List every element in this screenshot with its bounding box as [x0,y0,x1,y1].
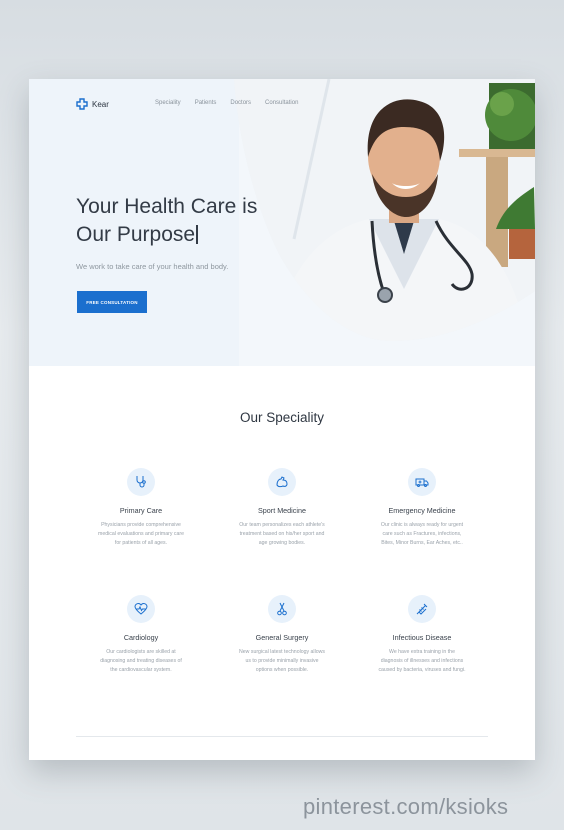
speciality-card-primary-care[interactable]: Primary Care Physicians provide comprehe… [81,468,201,548]
desc-line: for patients of all ages. [114,540,168,546]
speciality-card-infectious-disease[interactable]: Infectious Disease We have extra trainin… [362,595,482,675]
speciality-title-infectious-disease: Infectious Disease [392,633,452,642]
section-divider [76,736,488,737]
free-consultation-button[interactable]: FREE CONSULTATION [77,291,147,313]
desc-line: New surgical latest technology allows [239,649,325,655]
desc-line: Our cardiologists are skilled at [106,649,176,655]
speciality-title-emergency-medicine: Emergency Medicine [388,506,456,515]
main-nav: Speciality Patients Doctors Consultation [155,100,298,106]
brand-logo[interactable]: Kear [76,98,109,110]
speciality-card-general-surgery[interactable]: General Surgery New surgical latest tech… [222,595,342,675]
desc-line: treatment based on his/her sport and [239,531,325,537]
hero-subtitle: We work to take care of your health and … [76,262,229,271]
desc-line: diagnosis of illnesses and infections [380,658,464,664]
speciality-title: Our Speciality [239,410,325,425]
text-cursor [196,225,198,244]
stethoscope-icon [127,468,155,496]
desc-line: Our team personalizes each athlete's [239,522,325,528]
ambulance-icon [408,468,436,496]
desc-line: We have extra training in the [389,649,455,655]
brand-name: Kear [92,99,109,109]
desc-line: caused by bacteria, viruses and fungi. [378,667,466,673]
speciality-card-emergency-medicine[interactable]: Emergency Medicine Our clinic is always … [362,468,482,548]
speciality-desc: Physicians provide comprehensive medical… [81,521,201,548]
medical-cross-icon [76,98,88,110]
desc-line: Bites, Minor Burns, Ear Aches, etc.. [381,540,463,546]
hero-headline-line2: Our Purpose [76,223,196,246]
speciality-title-cardiology: Cardiology [123,633,159,642]
desc-line: age growing bodies. [258,540,306,546]
desc-line: the cardiovascular system. [110,667,172,673]
landing-page-card: Kear Speciality Patients Doctors Consult… [29,79,535,760]
heart-pulse-icon [127,595,155,623]
desc-line: Our clinic is always ready for urgent [380,522,464,528]
speciality-card-cardiology[interactable]: Cardiology Our cardiologists are skilled… [81,595,201,675]
desc-line: care such as Fractures, infections, [382,531,462,537]
hero-headline: Your Health Care is Our Purpose [76,193,296,249]
speciality-title-sport-medicine: Sport Medicine [258,506,306,515]
syringe-icon [408,595,436,623]
speciality-desc: Our team personalizes each athlete's tre… [222,521,342,548]
scissors-icon [268,595,296,623]
watermark: pinterest.com/ksioks [303,794,509,819]
speciality-card-sport-medicine[interactable]: Sport Medicine Our team personalizes eac… [222,468,342,548]
desc-line: us to provide minimally invasive [245,658,319,664]
nav-consultation[interactable]: Consultation [265,100,298,106]
nav-doctors[interactable]: Doctors [230,100,251,106]
speciality-desc: New surgical latest technology allows us… [222,648,342,675]
speciality-title-primary-care: Primary Care [119,506,163,515]
desc-line: diagnosing and treating diseases of [100,658,182,664]
hero-section: Kear Speciality Patients Doctors Consult… [29,79,535,366]
nav-patients[interactable]: Patients [195,100,217,106]
speciality-desc: Our cardiologists are skilled at diagnos… [81,648,201,675]
speciality-desc: We have extra training in the diagnosis … [362,648,482,675]
desc-line: medical evaluations and primary care [98,531,184,537]
speciality-desc: Our clinic is always ready for urgent ca… [362,521,482,548]
nav-speciality[interactable]: Speciality [155,100,181,106]
speciality-title-general-surgery: General Surgery [255,633,309,642]
hero-headline-line1: Your Health Care is [76,195,258,218]
arm-muscle-icon [268,468,296,496]
desc-line: Physicians provide comprehensive [101,522,181,528]
desc-line: options when possible. [255,667,309,673]
